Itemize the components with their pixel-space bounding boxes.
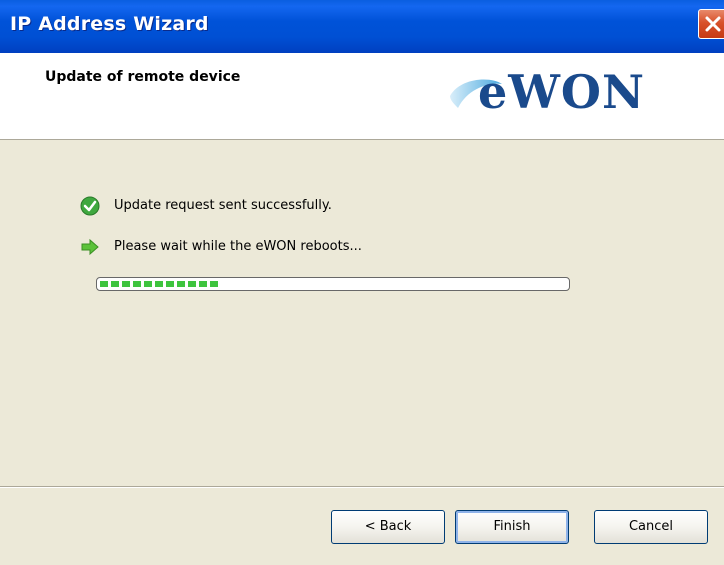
back-button[interactable]: < Back — [331, 510, 445, 544]
progress-fill — [100, 281, 221, 287]
wizard-header: Update of remote device eWON — [0, 53, 724, 140]
page-title: Update of remote device — [45, 69, 241, 85]
progress-bar — [96, 277, 570, 291]
logo-text: eWON — [478, 65, 646, 119]
arrow-right-icon — [81, 238, 99, 256]
finish-button[interactable]: Finish — [455, 510, 569, 544]
wizard-window: IP Address Wizard Update of remote devic… — [0, 0, 724, 565]
success-check-icon — [80, 196, 100, 216]
status-text-sent: Update request sent successfully. — [114, 198, 332, 213]
status-text-wait: Please wait while the eWON reboots... — [114, 239, 362, 254]
close-button[interactable] — [698, 9, 724, 39]
ewon-logo: eWON — [446, 65, 706, 119]
close-icon — [705, 16, 721, 32]
footer-divider-highlight — [0, 487, 724, 488]
button-row: < Back Finish Cancel — [0, 0, 724, 544]
title-bar: IP Address Wizard — [0, 0, 724, 53]
cancel-button[interactable]: Cancel — [594, 510, 708, 544]
window-title: IP Address Wizard — [10, 13, 209, 35]
